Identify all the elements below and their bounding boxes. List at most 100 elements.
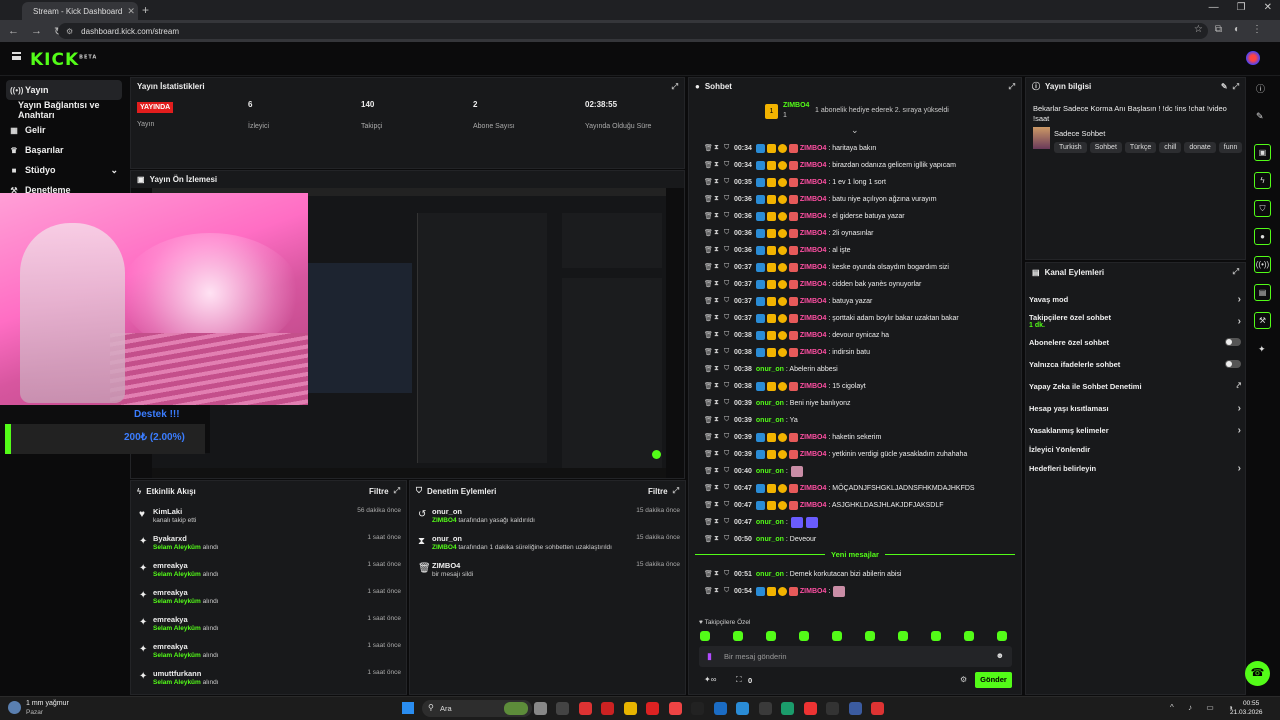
ban-icon[interactable]: ⛉ [724,365,732,373]
delete-message-icon[interactable]: 🗑 [704,331,713,339]
ban-icon[interactable]: ⛉ [724,450,732,458]
user-avatar[interactable] [1246,51,1260,65]
delete-message-icon[interactable]: 🗑 [704,467,713,475]
chat-username[interactable]: ZIMBO4 [800,349,826,356]
channel-action-item[interactable]: Takipçilere özel sohbet 1 dk. › [1029,312,1241,330]
rail-chat-icon[interactable]: ● [1254,228,1271,245]
timeout-icon[interactable]: ⧗ [714,297,722,305]
activity-user[interactable]: emreakya [153,615,188,624]
chat-username[interactable]: ZIMBO4 [800,315,826,322]
chat-username[interactable]: onur_on [756,536,784,543]
timeout-icon[interactable]: ⧗ [714,280,722,288]
quick-emote-icon[interactable] [997,631,1007,641]
timeout-icon[interactable]: ⧗ [714,263,722,271]
tag-pill[interactable]: Sohbet [1089,142,1122,153]
rail-bolt-icon[interactable]: ϟ [1254,172,1271,189]
quick-emote-icon[interactable] [733,631,743,641]
ban-icon[interactable]: ⛉ [724,263,732,271]
chat-input[interactable]: ▮ Bir mesaj gönderin ☻ [699,646,1012,667]
rail-shield-icon[interactable]: ⛉ [1254,200,1271,217]
chat-username[interactable]: ZIMBO4 [800,145,826,152]
timeout-icon[interactable]: ⧗ [714,587,722,595]
tag-pill[interactable]: funn [1218,142,1242,153]
ban-icon[interactable]: ⛉ [724,382,732,390]
delete-message-icon[interactable]: 🗑 [704,161,713,169]
activity-item[interactable]: ✦ Byakarxd Selam Aleyküm alındı 1 saat önce [139,533,401,560]
minimize-icon[interactable]: — [1209,2,1219,13]
moderation-filter-button[interactable]: Filtre [648,487,668,496]
quick-emote-icon[interactable] [898,631,908,641]
timeout-icon[interactable]: ⧗ [714,314,722,322]
edit-pencil-icon[interactable]: ✎ [1221,82,1228,91]
timeout-icon[interactable]: ⧗ [714,467,722,475]
weather-icon[interactable] [8,701,21,714]
chat-username[interactable]: onur_on [756,468,784,475]
expand-icon[interactable]: ⤢ [1233,82,1239,92]
activity-filter-button[interactable]: Filtre [369,487,389,496]
timeout-icon[interactable]: ⧗ [714,365,722,373]
chat-username[interactable]: ZIMBO4 [800,434,826,441]
brave-icon[interactable] [668,702,682,715]
menu-dots-icon[interactable]: ⋮ [1252,24,1262,35]
activity-item[interactable]: ♥ KimLaki kanalı takip etti 56 dakika önce [139,506,401,533]
chevron-down-icon[interactable]: ⌄ [851,125,859,136]
chat-username[interactable]: ZIMBO4 [800,281,826,288]
bookmark-star-icon[interactable]: ☆ [1194,24,1203,35]
delete-message-icon[interactable]: 🗑 [704,348,713,356]
moderation-user[interactable]: onur_on [432,507,462,516]
quick-emote-icon[interactable] [931,631,941,641]
timeout-icon[interactable]: ⧗ [714,501,722,509]
chat-settings-icon[interactable]: ⚙ [960,675,967,684]
gift-icon[interactable]: ⛶ [736,675,742,685]
app-icon[interactable] [803,702,817,715]
widget-icon[interactable] [511,702,524,715]
pinned-user[interactable]: ZIMBO4 [783,102,809,109]
delete-message-icon[interactable]: 🗑 [704,212,713,220]
activity-user[interactable]: emreakya [153,588,188,597]
opera-icon[interactable] [601,702,614,715]
delete-message-icon[interactable]: 🗑 [704,195,713,203]
browser-tab[interactable]: Stream - Kick Dashboard ✕ [22,2,138,20]
ban-icon[interactable]: ⛉ [724,246,732,254]
timeout-icon[interactable]: ⧗ [714,212,722,220]
channel-action-item[interactable]: Yalnızca ifadelerle sohbet [1029,355,1241,373]
timeout-icon[interactable]: ⧗ [714,450,722,458]
rail-screen-icon[interactable]: ▣ [1254,144,1271,161]
ban-icon[interactable]: ⛉ [724,195,732,203]
sidebar-item-gelir[interactable]: ▦ Gelir [0,120,128,140]
ban-icon[interactable]: ⛉ [724,433,732,441]
chat-username[interactable]: ZIMBO4 [800,196,826,203]
channel-action-item[interactable]: Abonelere özel sohbet [1029,333,1241,351]
moderation-item[interactable]: 🗑 ZIMBO4 bir mesajı sildi 15 dakika önce [418,560,680,587]
support-chat-button[interactable]: ☎ [1245,661,1270,686]
rail-wrench-icon[interactable]: ⚒ [1254,312,1271,329]
delete-message-icon[interactable]: 🗑 [704,382,713,390]
chat-username[interactable]: onur_on [756,519,784,526]
chat-username[interactable]: ZIMBO4 [800,298,826,305]
app-icon[interactable] [758,702,772,715]
delete-message-icon[interactable]: 🗑 [704,484,713,492]
send-button[interactable]: Gönder [975,672,1012,688]
ban-icon[interactable]: ⛉ [724,587,732,595]
chat-username[interactable]: ZIMBO4 [800,451,826,458]
rail-dashboard-icon[interactable]: ▤ [1254,284,1271,301]
emoji-icon[interactable]: ☻ [996,651,1004,660]
youtube-icon[interactable] [646,702,659,715]
sidebar-item-stream-key[interactable]: Yayın Bağlantısı ve Anahtarı [0,100,128,120]
chat-username[interactable]: onur_on [756,571,784,578]
timeout-icon[interactable]: ⧗ [714,195,722,203]
delete-message-icon[interactable]: 🗑 [704,178,713,186]
ban-icon[interactable]: ⛉ [724,229,732,237]
close-window-icon[interactable]: ✕ [1264,2,1272,13]
timeout-icon[interactable]: ⧗ [714,416,722,424]
chat-username[interactable]: ZIMBO4 [800,332,826,339]
tag-pill[interactable]: donate [1184,142,1216,153]
timeout-icon[interactable]: ⧗ [714,348,722,356]
delete-message-icon[interactable]: 🗑 [704,314,713,322]
app-icon[interactable] [826,702,839,715]
ban-icon[interactable]: ⛉ [724,535,732,543]
ban-icon[interactable]: ⛉ [724,144,732,152]
ban-icon[interactable]: ⛉ [724,161,732,169]
ban-icon[interactable]: ⛉ [724,467,732,475]
site-info-icon[interactable]: ⚙ [66,27,73,36]
